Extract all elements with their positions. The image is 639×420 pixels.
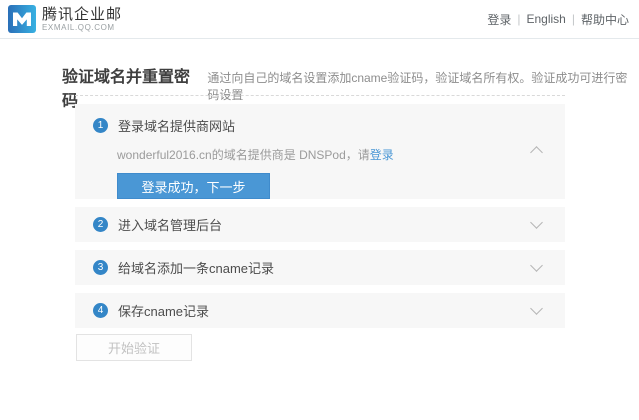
step-panel-2[interactable]: 2 进入域名管理后台 <box>75 207 565 242</box>
chevron-down-icon[interactable] <box>530 216 543 229</box>
step-2-number-badge: 2 <box>93 217 108 232</box>
brand-domain: EXMAIL.QQ.COM <box>42 24 122 32</box>
start-verify-button[interactable]: 开始验证 <box>76 334 192 361</box>
brand: 腾讯企业邮 EXMAIL.QQ.COM <box>8 5 122 33</box>
step-1-header[interactable]: 1 登录域名提供商网站 <box>75 104 565 135</box>
step-3-header[interactable]: 3 给域名添加一条cname记录 <box>75 258 274 277</box>
nav-separator: | <box>572 12 575 26</box>
nav-separator: | <box>517 12 520 26</box>
login-link[interactable]: 登录 <box>487 11 511 28</box>
steps-accordion: 1 登录域名提供商网站 wonderful2016.cn的域名提供商是 DNSP… <box>75 95 565 336</box>
header: 腾讯企业邮 EXMAIL.QQ.COM 登录 | English | 帮助中心 <box>0 0 639 39</box>
language-link[interactable]: English <box>527 12 566 26</box>
step-4-header[interactable]: 4 保存cname记录 <box>75 301 209 320</box>
step-1-detail: wonderful2016.cn的域名提供商是 DNSPod，请登录 <box>117 146 565 163</box>
step-4-number-badge: 4 <box>93 303 108 318</box>
step-3-number-badge: 3 <box>93 260 108 275</box>
brand-text: 腾讯企业邮 EXMAIL.QQ.COM <box>42 7 122 32</box>
step-3-title: 给域名添加一条cname记录 <box>118 258 274 277</box>
step-1-detail-text: wonderful2016.cn的域名提供商是 DNSPod，请 <box>117 148 370 162</box>
step-1-number-badge: 1 <box>93 118 108 133</box>
step-4-title: 保存cname记录 <box>118 301 209 320</box>
step-1-title: 登录域名提供商网站 <box>118 116 235 135</box>
chevron-down-icon[interactable] <box>530 259 543 272</box>
step-1-login-link[interactable]: 登录 <box>370 148 394 162</box>
brand-name: 腾讯企业邮 <box>42 7 122 22</box>
step-1-body: wonderful2016.cn的域名提供商是 DNSPod，请登录 登录成功，… <box>75 146 565 199</box>
step-2-header[interactable]: 2 进入域名管理后台 <box>75 215 222 234</box>
chevron-down-icon[interactable] <box>530 302 543 315</box>
help-center-link[interactable]: 帮助中心 <box>581 11 629 28</box>
step-panel-3[interactable]: 3 给域名添加一条cname记录 <box>75 250 565 285</box>
step-panel-4[interactable]: 4 保存cname记录 <box>75 293 565 328</box>
exmail-logo-icon <box>8 5 36 33</box>
step-1-next-button[interactable]: 登录成功，下一步 <box>117 173 270 199</box>
step-panel-1: 1 登录域名提供商网站 wonderful2016.cn的域名提供商是 DNSP… <box>75 104 565 199</box>
top-nav: 登录 | English | 帮助中心 <box>487 11 629 28</box>
step-2-title: 进入域名管理后台 <box>118 215 222 234</box>
